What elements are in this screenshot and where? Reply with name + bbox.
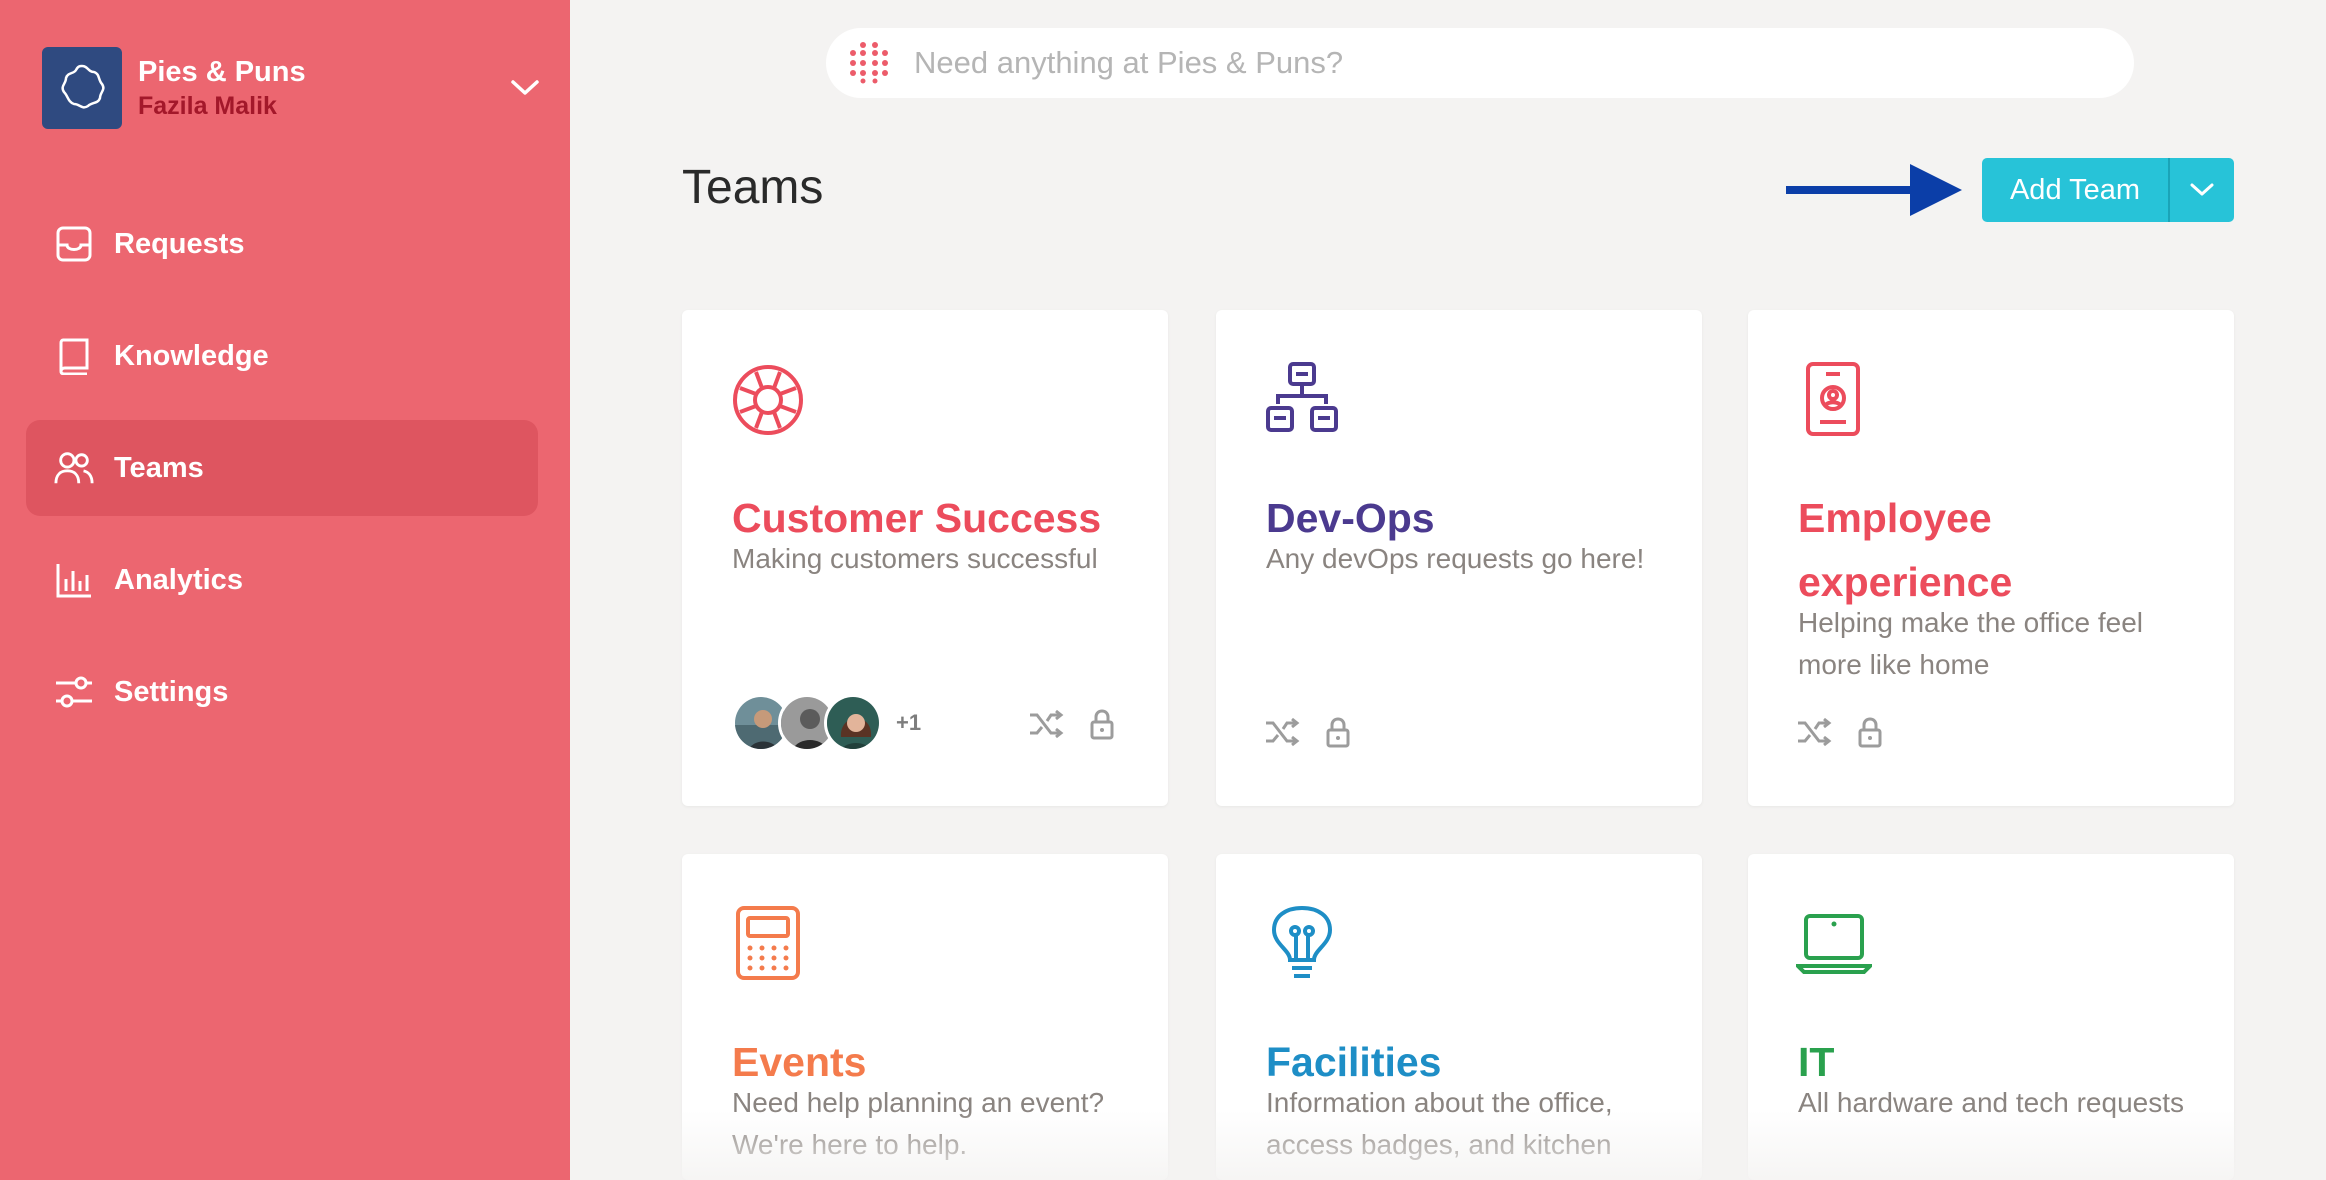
sidebar-item-label: Knowledge — [114, 339, 269, 372]
sidebar-nav: Requests Knowledge Teams Analytics Setti… — [26, 196, 538, 756]
sidebar-item-label: Analytics — [114, 563, 243, 596]
dots-icon — [846, 38, 892, 89]
add-team-button[interactable]: Add Team — [1982, 158, 2168, 222]
users-icon — [54, 448, 94, 488]
sidebar-item-settings[interactable]: Settings — [26, 644, 538, 740]
inbox-icon — [54, 224, 94, 264]
search-input[interactable] — [914, 45, 2064, 81]
bar-chart-icon — [54, 560, 94, 600]
sidebar-item-label: Teams — [114, 451, 204, 484]
badge-icon — [1806, 362, 1860, 436]
lock-icon[interactable] — [1320, 714, 1356, 750]
lightbulb-icon — [1271, 905, 1333, 978]
team-card-actions — [1028, 706, 1140, 742]
arrow-right-icon — [1786, 164, 1962, 216]
sidebar-item-teams[interactable]: Teams — [26, 420, 538, 516]
team-card-employee-experience[interactable]: Employee experience Helping make the off… — [1748, 310, 2234, 806]
calendar-icon — [736, 906, 800, 980]
shuffle-icon[interactable] — [1028, 706, 1064, 742]
team-description: All hardware and tech requests — [1798, 1087, 2184, 1118]
extra-members-count: +1 — [896, 710, 922, 735]
lock-icon[interactable] — [1852, 714, 1888, 750]
team-description: Any devOps requests go here! — [1266, 543, 1645, 574]
add-team-split-button: Add Team — [1982, 158, 2234, 222]
team-card-customer-success[interactable]: Customer Success Making customers succes… — [682, 310, 1168, 806]
sidebar-item-requests[interactable]: Requests — [26, 196, 538, 292]
lock-icon[interactable] — [1084, 706, 1120, 742]
sidebar-item-knowledge[interactable]: Knowledge — [26, 308, 538, 404]
team-description: Need help planning an event? We're here … — [732, 1087, 1105, 1160]
sidebar: Pies & Puns Fazila Malik Requests Knowle… — [0, 0, 570, 1180]
team-members: +1 — [732, 694, 921, 752]
team-card-actions — [1264, 714, 1376, 750]
team-title: Employee experience — [1798, 495, 2013, 605]
team-description: Making customers successful — [732, 543, 1098, 574]
sidebar-item-analytics[interactable]: Analytics — [26, 532, 538, 628]
workspace-logo — [42, 47, 122, 129]
add-team-dropdown[interactable] — [2168, 158, 2234, 222]
team-description: Information about the office, access bad… — [1266, 1087, 1613, 1160]
shuffle-icon[interactable] — [1796, 714, 1832, 750]
team-description: Helping make the office feel more like h… — [1798, 607, 2144, 680]
team-card-it[interactable]: IT All hardware and tech requests — [1748, 854, 2234, 1180]
team-card-events[interactable]: Events Need help planning an event? We'r… — [682, 854, 1168, 1180]
workspace-name: Pies & Puns — [138, 56, 306, 88]
sidebar-item-label: Requests — [114, 227, 245, 260]
page-title: Teams — [682, 161, 824, 214]
workspace-switcher[interactable]: Pies & Puns Fazila Malik — [42, 46, 542, 130]
shuffle-icon[interactable] — [1264, 714, 1300, 750]
chevron-down-icon[interactable] — [508, 74, 542, 102]
network-icon — [1266, 362, 1338, 432]
user-name: Fazila Malik — [138, 92, 277, 120]
laptop-icon — [1796, 914, 1872, 974]
lifebuoy-icon — [733, 365, 803, 435]
chevron-down-icon — [2190, 183, 2214, 196]
avatar — [824, 694, 882, 752]
sidebar-item-label: Settings — [114, 675, 229, 708]
sliders-icon — [54, 672, 94, 712]
search-bar[interactable] — [826, 28, 2134, 98]
team-card-actions — [1796, 714, 1908, 750]
flower-icon — [61, 64, 105, 109]
team-card-dev-ops[interactable]: Dev-Ops Any devOps requests go here! — [1216, 310, 1702, 806]
book-icon — [54, 336, 94, 376]
team-card-facilities[interactable]: Facilities Information about the office,… — [1216, 854, 1702, 1180]
